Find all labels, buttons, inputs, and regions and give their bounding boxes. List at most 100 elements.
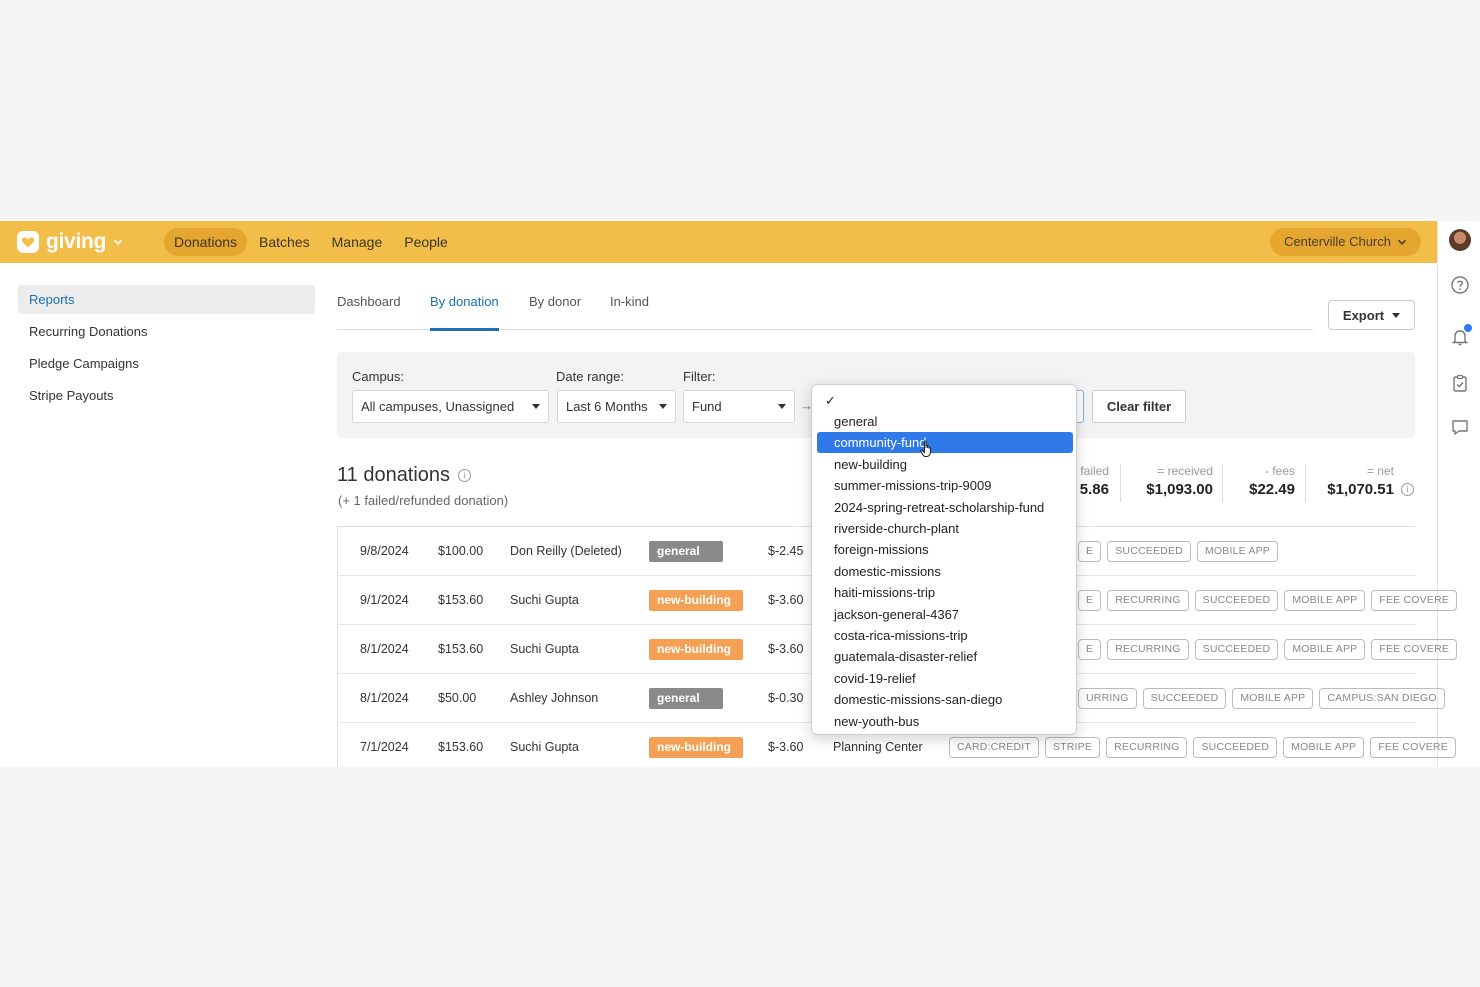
tag: RECURRING (1107, 590, 1189, 611)
fund-option[interactable]: haiti-missions-trip (817, 582, 1073, 603)
info-icon[interactable]: i (1401, 483, 1414, 496)
tab-in-kind[interactable]: In-kind (610, 294, 649, 330)
right-rail (1437, 221, 1480, 767)
fund-option[interactable]: guatemala-disaster-relief (817, 646, 1073, 667)
clear-filter-button[interactable]: Clear filter (1092, 390, 1186, 423)
row-fee: $-2.45 (768, 544, 804, 558)
sidebar-item-stripe-payouts[interactable]: Stripe Payouts (18, 381, 315, 410)
stat-fees: - fees $22.49 (1232, 464, 1295, 498)
nav-batches[interactable]: Batches (249, 228, 320, 256)
tag: CAMPUS:SAN DIEGO (1319, 688, 1445, 709)
divider (1120, 464, 1121, 502)
stat-fees-value: $22.49 (1249, 481, 1295, 498)
date-range-value: Last 6 Months (566, 399, 648, 414)
sidebar-item-reports[interactable]: Reports (18, 285, 315, 314)
tag: MOBILE APP (1284, 590, 1366, 611)
export-button[interactable]: Export (1328, 300, 1415, 330)
tab-by-donation[interactable]: By donation (430, 294, 499, 331)
avatar[interactable] (1449, 229, 1471, 251)
organization-switcher[interactable]: Centerville Church (1270, 228, 1421, 256)
row-tags: E RECURRING SUCCEEDED MOBILE APP FEE COV… (1078, 639, 1458, 660)
stat-net: = net $1,070.51 (1315, 464, 1394, 498)
row-donor[interactable]: Suchi Gupta (510, 576, 579, 625)
tag: SUCCEEDED (1194, 639, 1279, 660)
tab-dashboard[interactable]: Dashboard (337, 294, 401, 330)
fund-option[interactable]: domestic-missions-san-diego (817, 689, 1073, 710)
organization-name: Centerville Church (1284, 234, 1391, 249)
fund-badge: new-building (649, 737, 743, 758)
nav-manage[interactable]: Manage (322, 228, 393, 256)
row-donor[interactable]: Suchi Gupta (510, 625, 579, 674)
fund-badge: new-building (649, 590, 743, 611)
fund-option[interactable]: covid-19-relief (817, 668, 1073, 689)
row-tags: E SUCCEEDED MOBILE APP (1078, 541, 1278, 562)
fund-option[interactable]: riverside-church-plant (817, 518, 1073, 539)
report-tabs: Dashboard By donation By donor In-kind (337, 294, 1313, 331)
caret-down-icon (532, 404, 540, 409)
fund-option[interactable]: general (817, 411, 1073, 432)
sidebar-item-pledge-campaigns[interactable]: Pledge Campaigns (18, 349, 315, 378)
donation-count-text: 11 donations (337, 464, 451, 486)
app-window: giving Donations Batches Manage People C… (0, 221, 1480, 767)
row-date: 8/1/2024 (360, 691, 409, 705)
fund-option[interactable]: jackson-general-4367 (817, 604, 1073, 625)
filter-label: Filter: (683, 369, 716, 384)
row-tags: CARD:CREDIT STRIPE RECURRING SUCCEEDED M… (949, 737, 1456, 758)
tag: MOBILE APP (1284, 639, 1366, 660)
row-donor[interactable]: Ashley Johnson (510, 674, 598, 723)
campus-select[interactable]: All campuses, Unassigned (352, 390, 549, 423)
hand-cursor-icon (920, 440, 931, 457)
row-fee: $-3.60 (768, 740, 804, 754)
stat-received-value: $1,093.00 (1146, 481, 1213, 498)
row-donor[interactable]: Don Reilly (Deleted) (510, 527, 622, 576)
row-donor[interactable]: Suchi Gupta (510, 723, 579, 767)
stat-net-label: = net (1366, 464, 1394, 478)
fund-option[interactable]: community-fund (817, 432, 1073, 454)
failed-count-note: (+ 1 failed/refunded donation) (338, 493, 509, 508)
date-range-select[interactable]: Last 6 Months (557, 390, 676, 423)
info-icon[interactable]: i (458, 469, 472, 482)
fund-option[interactable]: new-building (817, 454, 1073, 475)
filter-type-select[interactable]: Fund (683, 390, 795, 423)
clipboard-icon[interactable] (1450, 373, 1470, 393)
sidebar-item-recurring-donations[interactable]: Recurring Donations (18, 317, 315, 346)
tag: SUCCEEDED (1107, 541, 1191, 562)
fund-option[interactable]: new-youth-bus (817, 711, 1073, 732)
tab-by-donor[interactable]: By donor (529, 294, 581, 330)
tag: E (1078, 639, 1102, 660)
nav-people[interactable]: People (394, 228, 458, 256)
tag: SUCCEEDED (1193, 737, 1278, 758)
filter-type-value: Fund (692, 399, 722, 414)
date-range-label: Date range: (556, 369, 624, 384)
fund-option[interactable]: 2024-spring-retreat-scholarship-fund (817, 497, 1073, 518)
fund-option[interactable]: foreign-missions (817, 539, 1073, 560)
fund-option[interactable]: domestic-missions (817, 561, 1073, 582)
divider (1305, 464, 1306, 502)
fund-badge: general (649, 688, 723, 709)
divider (1222, 464, 1223, 502)
export-label: Export (1342, 307, 1385, 323)
fund-badge: new-building (649, 639, 743, 660)
campus-label: Campus: (352, 369, 405, 384)
fund-option[interactable]: summer-missions-trip-9009 (817, 475, 1073, 496)
fund-dropdown-menu: ✓ general community-fund new-building summe… (811, 384, 1077, 735)
fund-option[interactable]: costa-rica-missions-trip (817, 625, 1073, 646)
tag: FEE COVERE (1370, 737, 1456, 758)
row-date: 8/1/2024 (360, 642, 409, 656)
row-fee: $-3.60 (768, 642, 804, 656)
help-icon[interactable] (1450, 275, 1470, 295)
notifications-button[interactable] (1450, 324, 1472, 347)
row-fee: $-0.30 (768, 691, 804, 705)
campus-value: All campuses, Unassigned (361, 399, 515, 414)
donation-count: 11 donations i (337, 464, 472, 487)
caret-down-icon (659, 404, 667, 409)
stat-fees-label: - fees (1264, 464, 1295, 478)
row-amount: $100.00 (438, 544, 484, 558)
sidebar: Reports Recurring Donations Pledge Campa… (18, 285, 315, 413)
tag: FEE COVERE (1371, 639, 1458, 660)
row-amount: $153.60 (438, 740, 484, 754)
nav-donations[interactable]: Donations (164, 228, 248, 256)
app-switcher[interactable]: giving (17, 229, 123, 255)
tag: MOBILE APP (1283, 737, 1365, 758)
chat-icon[interactable] (1450, 417, 1470, 437)
